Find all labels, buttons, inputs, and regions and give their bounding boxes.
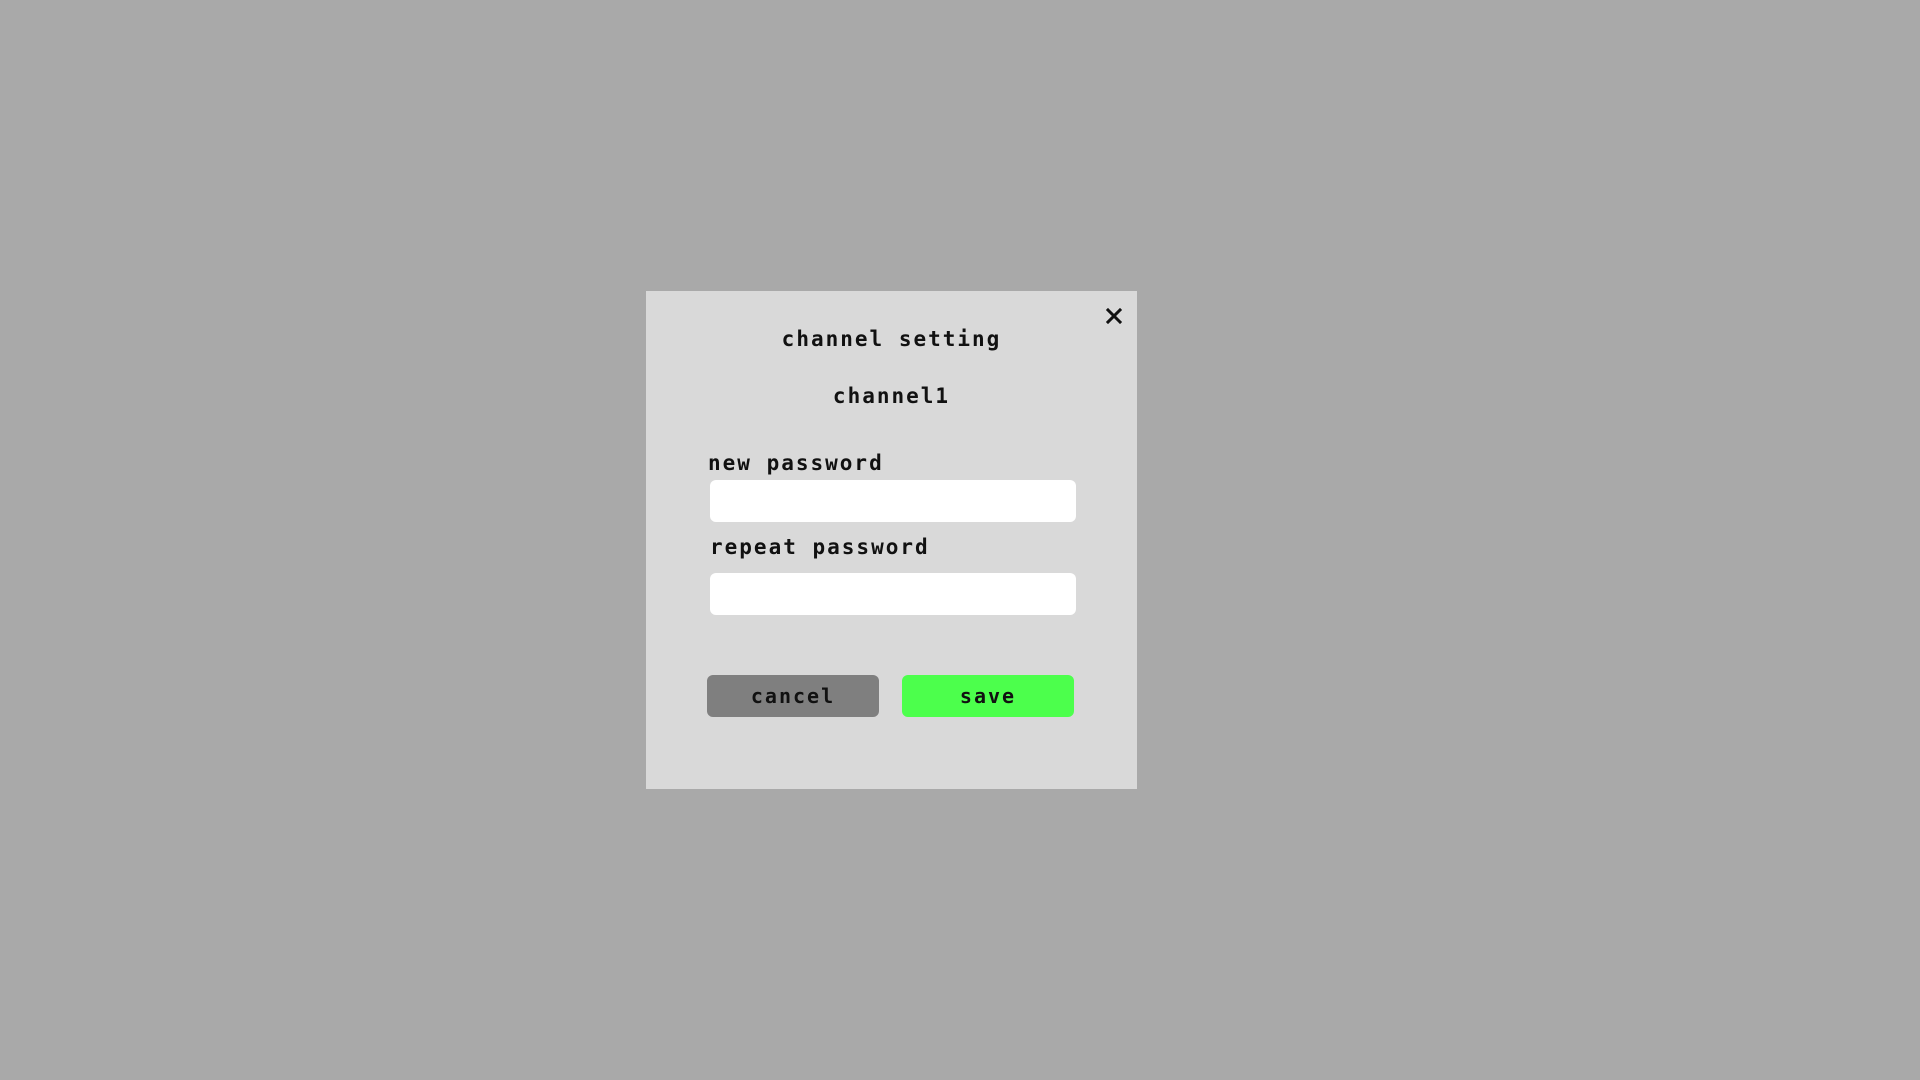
close-button[interactable] — [1103, 305, 1125, 327]
close-icon — [1106, 308, 1122, 324]
repeat-password-input[interactable] — [710, 573, 1076, 615]
cancel-button[interactable]: cancel — [707, 675, 879, 717]
save-button[interactable]: save — [902, 675, 1074, 717]
dialog-title: channel setting — [781, 327, 1002, 351]
new-password-input[interactable] — [710, 480, 1076, 522]
new-password-label: new password — [708, 451, 884, 475]
repeat-password-label: repeat password — [710, 535, 930, 559]
channel-name: channel1 — [832, 384, 951, 408]
channel-setting-dialog: channel setting channel1 new password re… — [646, 291, 1137, 789]
